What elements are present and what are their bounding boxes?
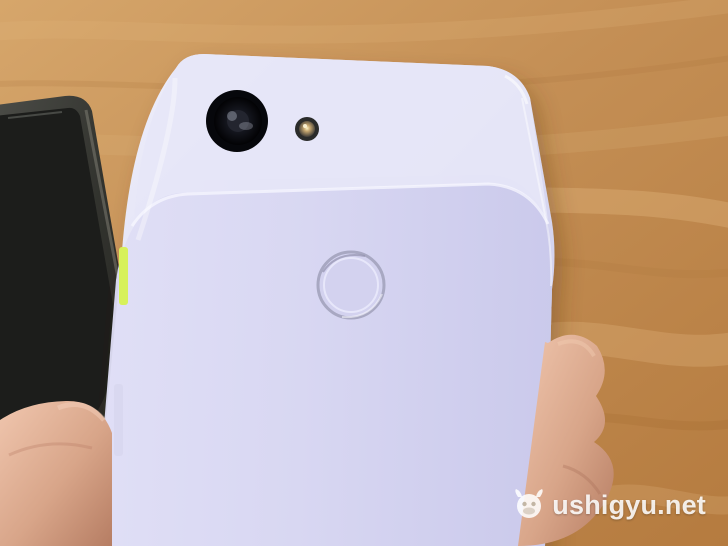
power-button-accent: [119, 247, 128, 305]
fingerprint-sensor-icon: [316, 250, 386, 320]
camera-icon: [206, 90, 268, 152]
phone-photo: [0, 0, 728, 546]
photo-scene: ushigyu.net: [0, 0, 728, 546]
volume-button: [114, 384, 123, 456]
watermark-text: ushigyu.net: [552, 489, 706, 520]
cow-head-icon: [515, 489, 543, 518]
flash-icon: [295, 117, 319, 141]
watermark: ushigyu.net: [512, 488, 706, 522]
